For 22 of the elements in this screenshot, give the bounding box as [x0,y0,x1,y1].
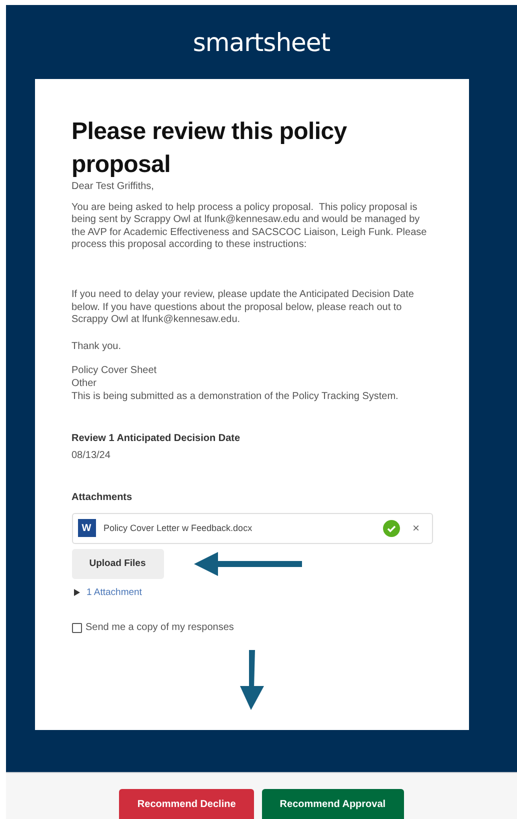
approve-button[interactable]: Recommend Approval [262,789,404,819]
decline-button[interactable]: Recommend Decline [119,789,254,819]
date-value: 08/13/24 [72,450,112,463]
body-text: Policy Cover Sheet [72,365,158,378]
arrow-drawing [239,650,265,712]
word-file-icon: W [78,519,96,538]
page-title: Please review this policy proposal [72,117,348,180]
smartsheet-logo: smartsheet [192,28,330,59]
greeting-text: Dear Test Griffiths, [72,181,155,194]
remove-button[interactable]: × [412,521,420,536]
file-name: Policy Cover Letter w Feedback.docx [104,523,254,534]
upload-files-button[interactable]: Upload Files [72,548,164,579]
field-label: Review 1 Anticipated Decision Date [72,433,242,444]
body-text: You are being asked to help process a policy proposal. This policy proposal is being sent by Scrappy Owl at lfunk@kennesaw.edu and would be managed by the AVP for Academic Effectiveness and SACSCOC Liaison, Leigh Funk. Please process this proposal according to these instructions: [72,202,428,252]
checkbox-label: Send me a copy of my responses [86,622,234,634]
attachment-count-link[interactable]: 1 Attachment [86,586,142,598]
attachments-label: Attachments [72,492,134,503]
checkbox[interactable] [72,623,82,634]
body-text: Other [72,378,98,391]
body-text: If you need to delay your review, please update the Anticipated Decision Date below. If you have questions about the proposal below, please reach out to Scrappy Owl at lfunk@kennesaw.edu. [72,288,415,327]
body-text: Thank you. [72,340,122,354]
body-text: This is being submitted as a demonstration of the Policy Tracking System. [72,390,400,404]
